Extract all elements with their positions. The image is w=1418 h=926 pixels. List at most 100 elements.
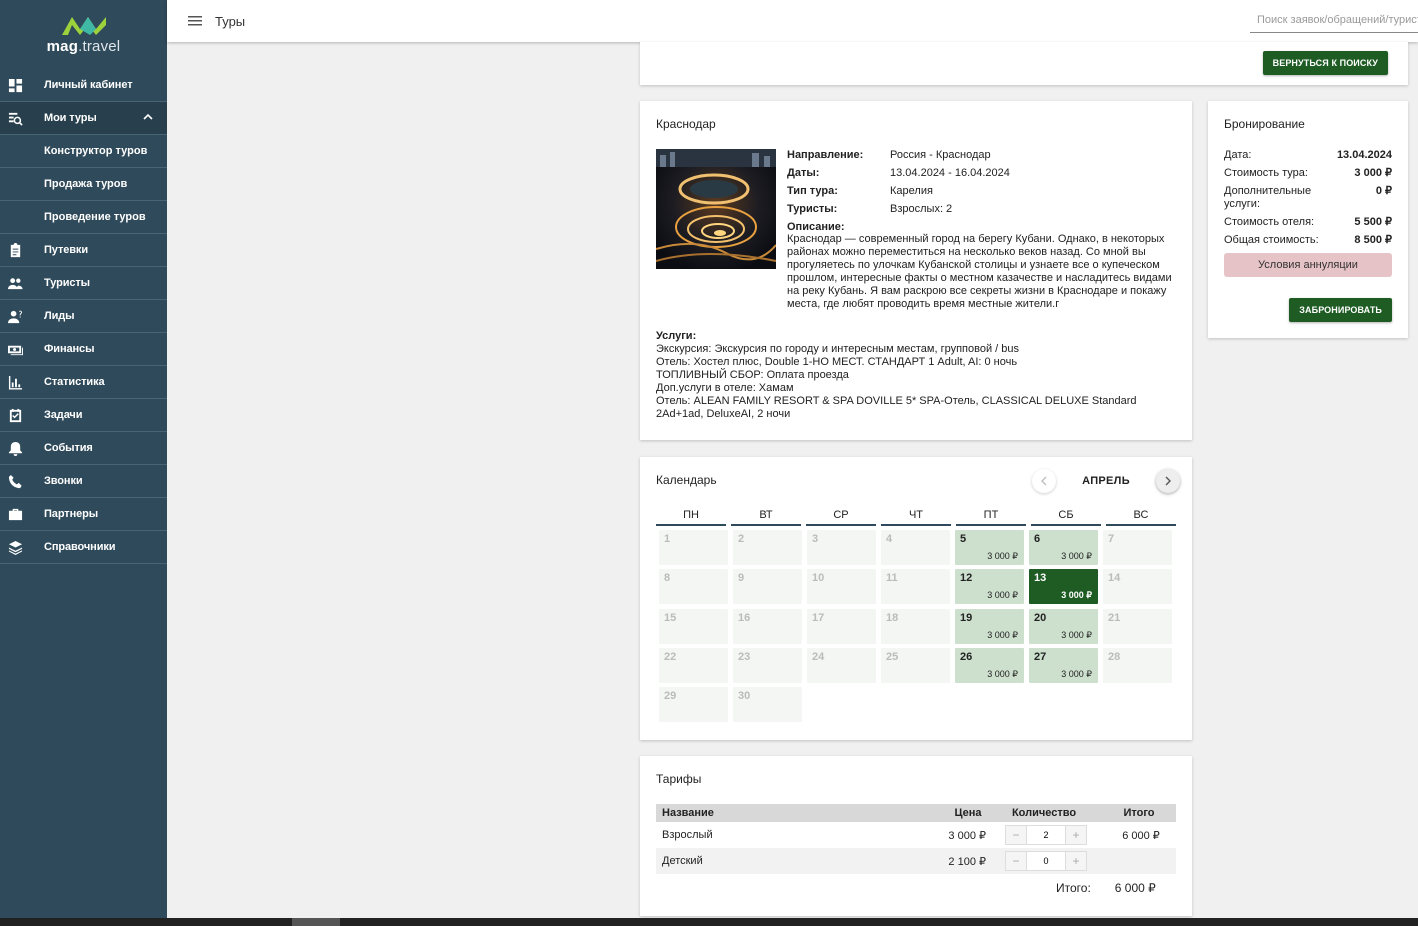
day-number: 23: [738, 650, 751, 663]
booking-key: Дата:: [1224, 149, 1252, 161]
decrement-button[interactable]: −: [1006, 826, 1026, 844]
sidebar-item-3[interactable]: Туристы: [0, 267, 167, 300]
calendar-day[interactable]: 12 3 000 ₽: [955, 569, 1024, 605]
sidebar-item-4[interactable]: Лиды: [0, 300, 167, 333]
booking-row: Стоимость тура: 3 000 ₽: [1224, 167, 1392, 180]
sidebar-item-label: Финансы: [44, 343, 95, 355]
increment-button[interactable]: +: [1066, 852, 1086, 870]
sidebar-item-label: Статистика: [44, 376, 105, 388]
page-title: Туры: [215, 13, 246, 29]
back-to-search-button[interactable]: ВЕРНУТЬСЯ К ПОИСКУ: [1262, 51, 1388, 75]
day-number: 12: [960, 572, 973, 585]
increment-button[interactable]: +: [1066, 826, 1086, 844]
scrollbar-thumb[interactable]: [292, 918, 340, 926]
day-number: 14: [1108, 572, 1121, 585]
calendar-grid: 123453 000 ₽6 3 000 ₽7 8 9 10 11 12 3 000 ₽13 3 …: [659, 530, 1179, 726]
day-price: 3 000 ₽: [1061, 668, 1092, 679]
calendar-day[interactable]: 20 3 000 ₽: [1029, 608, 1098, 644]
cancellation-terms-button[interactable]: Условия аннуляции: [1224, 253, 1392, 277]
calendar-day[interactable]: 6 3 000 ₽: [1029, 530, 1098, 565]
calendar-day: 10: [807, 569, 876, 605]
sidebar-item-1[interactable]: Мои туры: [0, 102, 167, 135]
sidebar-item-label: Лиды: [44, 310, 75, 322]
booking-card: Бронирование Дата: 13.04.2024 Стоимость ту…: [1208, 101, 1408, 338]
calendar-day: 22: [659, 647, 728, 683]
sidebar-item-0[interactable]: Личный кабинет: [0, 69, 167, 102]
booking-key: Дополнительные услуги:: [1224, 185, 1312, 210]
sidebar-item-9[interactable]: Звонки: [0, 465, 167, 498]
sidebar-item-label: Задачи: [44, 409, 83, 421]
bar-chart-icon: [8, 375, 22, 390]
sidebar-item-8[interactable]: События: [0, 432, 167, 465]
calendar-empty-cell: [1029, 687, 1098, 722]
logo-mark-icon: [61, 17, 106, 35]
calendar-day[interactable]: 5 3 000 ₽: [955, 530, 1024, 565]
info-row: Даты: 13.04.2024 - 16.04.2024: [787, 167, 1172, 185]
info-key: Туристы:: [787, 203, 838, 215]
book-button[interactable]: ЗАБРОНИРОВАТЬ: [1289, 298, 1392, 322]
col-price: Цена: [954, 807, 982, 819]
col-total: Итого: [1123, 807, 1155, 819]
layers-icon: [8, 540, 22, 555]
calendar-day: 7: [1103, 530, 1172, 565]
day-number: 15: [664, 611, 677, 624]
calendar-day: 24: [807, 647, 876, 683]
calendar-day[interactable]: 26 3 000 ₽: [955, 647, 1024, 683]
next-month-button[interactable]: [1156, 469, 1180, 493]
calendar-day[interactable]: 27 3 000 ₽: [1029, 647, 1098, 683]
tour-search-icon: [8, 112, 23, 126]
qty-cell: −+: [986, 851, 1106, 871]
quantity-stepper: −+: [1005, 851, 1087, 871]
decrement-button[interactable]: −: [1006, 852, 1026, 870]
sidebar-item-5[interactable]: Финансы: [0, 333, 167, 366]
sidebar-item-11[interactable]: Справочники: [0, 531, 167, 564]
day-number: 1: [664, 533, 671, 545]
horizontal-scrollbar[interactable]: [0, 918, 1418, 926]
sidebar-item-10[interactable]: Партнеры: [0, 498, 167, 531]
service-line: Отель: ALEAN FAMILY RESORT & SPA DOVILLE…: [656, 395, 1137, 420]
sidebar-item-2[interactable]: Путевки: [0, 234, 167, 267]
month-navigation: АПРЕЛЬ: [1032, 469, 1192, 495]
tour-info: Направление: Россия - Краснодар Даты: 13.04…: [787, 149, 1172, 311]
tariffs-card: Тарифы Название Цена Количество Итого Вз…: [640, 756, 1192, 916]
search-input[interactable]: [1257, 13, 1418, 26]
people-icon: [7, 277, 23, 289]
day-number: 19: [960, 611, 973, 624]
day-number: 8: [664, 572, 671, 585]
calendar-week-row: 8 9 10 11 12 3 000 ₽ 13 3 000 ₽ 14: [659, 569, 1179, 605]
hamburger-icon: [188, 16, 202, 26]
day-number: 10: [812, 572, 825, 585]
day-number: 4: [886, 533, 893, 545]
sidebar-item-6[interactable]: Статистика: [0, 366, 167, 399]
quantity-input[interactable]: [1026, 852, 1066, 870]
chevron-right-icon: [1165, 476, 1171, 486]
booking-value: 13.04.2024: [1336, 149, 1392, 161]
total-value: 6 000 ₽: [1114, 881, 1156, 895]
quantity-input[interactable]: [1026, 826, 1066, 844]
tariffs-table: Название Цена Количество Итого Взрослый 3…: [656, 804, 1176, 874]
sidebar-subitem-1[interactable]: Продажа туров: [0, 168, 167, 201]
calendar-day: 2: [733, 530, 802, 565]
logo[interactable]: mag.travel: [0, 0, 167, 64]
menu-toggle-button[interactable]: [177, 16, 213, 26]
calendar-day: 1: [659, 530, 728, 565]
calendar-week-row: 29 30: [659, 687, 1179, 723]
sidebar-item-7[interactable]: Задачи: [0, 399, 167, 432]
calendar-empty-cell: [881, 687, 950, 722]
day-number: 22: [664, 650, 677, 663]
day-price: 3 000 ₽: [1061, 551, 1092, 561]
sidebar-subitem-0[interactable]: Конструктор туров: [0, 135, 167, 168]
prev-month-button[interactable]: [1032, 469, 1056, 493]
table-header: Название Цена Количество Итого: [656, 804, 1176, 822]
calendar-day: 23: [733, 647, 802, 683]
phone-icon: [8, 474, 22, 488]
calendar-day[interactable]: 13 3 000 ₽: [1029, 569, 1098, 605]
calendar-empty-cell: [807, 687, 876, 722]
calendar-day: 8: [659, 569, 728, 605]
calendar-day[interactable]: 19 3 000 ₽: [955, 608, 1024, 644]
booking-value: 0 ₽: [1375, 185, 1392, 197]
calendar-day: 21: [1103, 608, 1172, 644]
sidebar-subitem-2[interactable]: Проведение туров: [0, 201, 167, 234]
services-label: Услуги:: [656, 330, 697, 342]
tariff-total: 6 000 ₽: [1122, 829, 1160, 842]
